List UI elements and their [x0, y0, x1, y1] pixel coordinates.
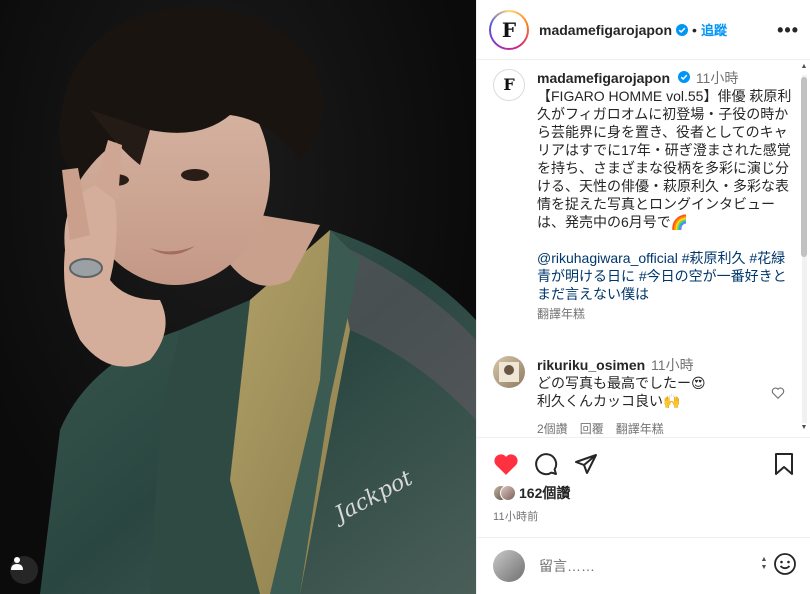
post-photo[interactable]: Jackpot [0, 0, 476, 594]
user-icon [11, 557, 23, 570]
likes-count[interactable]: 162個讚 [519, 483, 570, 503]
tagged-user-button[interactable] [10, 556, 38, 584]
comment-line-1: どの写真も最高でしたー😍 [537, 375, 706, 391]
follow-button[interactable]: 追蹤 [701, 20, 727, 39]
scroll-up-arrow-icon[interactable]: ▲ [800, 63, 808, 71]
post-detail-panel: F madamefigarojapon • 追蹤 ••• F madamefig… [476, 0, 810, 594]
verified-badge-icon [676, 23, 689, 36]
caption-translate-link[interactable]: 翻譯年糕 [537, 305, 793, 323]
comment-likes-count[interactable]: 2個讚 [537, 420, 568, 436]
author-avatar[interactable]: F [489, 9, 529, 50]
separator-dot: • [692, 21, 697, 38]
comment-item: rikuriku_osimen 11小時 どの写真も最高でしたー😍 利久くんカッ… [493, 356, 793, 436]
comment-line-2: 利久くんカッコ良い🙌 [537, 393, 681, 409]
current-user-avatar [493, 550, 525, 582]
figaro-logo: F [503, 75, 515, 94]
comment-like-heart-icon[interactable] [771, 386, 785, 405]
commenter-username[interactable]: rikuriku_osimen [537, 357, 645, 373]
author-username[interactable]: madamefigarojapon [539, 22, 672, 38]
comment-bubble-icon[interactable] [534, 452, 558, 481]
portrait-illustration: Jackpot [40, 7, 476, 594]
more-options-icon[interactable]: ••• [777, 21, 799, 39]
caption-username[interactable]: madamefigarojapon [537, 70, 670, 86]
share-send-icon[interactable] [574, 452, 598, 481]
scrollbar-thumb[interactable] [801, 77, 807, 257]
caption-author-avatar[interactable]: F [493, 69, 525, 101]
caption-text: 【FIGARO HOMME vol.55】俳優 萩原利久がフィガロオムに初登場・… [537, 88, 792, 230]
input-scroll-arrows[interactable]: ▲ ▼ [760, 556, 768, 580]
like-heart-icon[interactable] [493, 452, 519, 481]
caption-time[interactable]: 11小時 [696, 70, 739, 86]
comment-translate-link[interactable]: 翻譯年糕 [616, 420, 664, 436]
comments-scroll-area[interactable]: F madamefigarojapon 11小時 【FIGARO HOMME v… [477, 61, 810, 436]
likes-summary[interactable]: 162個讚 [493, 483, 570, 503]
figaro-logo: F [501, 17, 517, 42]
save-bookmark-icon[interactable] [773, 452, 795, 481]
vertical-scrollbar[interactable]: ▲ ▼ [800, 61, 808, 436]
caption-hashtags[interactable]: @rikuhagiwara_official #萩原利久 #花緑青が明ける日に … [537, 249, 793, 303]
comment-input[interactable] [539, 558, 739, 574]
post-actions [477, 437, 810, 487]
comment-time[interactable]: 11小時 [651, 357, 694, 373]
emoji-smile-icon[interactable] [773, 552, 797, 581]
post-timestamp[interactable]: 11小時前 [493, 508, 538, 524]
commenter-avatar[interactable] [493, 356, 525, 388]
post-header: F madamefigarojapon • 追蹤 ••• [477, 0, 810, 60]
post-caption: F madamefigarojapon 11小時 【FIGARO HOMME v… [493, 69, 793, 323]
comment-reply-button[interactable]: 回覆 [580, 420, 604, 436]
scroll-down-arrow-icon[interactable]: ▼ [800, 424, 808, 432]
verified-badge-icon [677, 71, 690, 83]
liker-avatars [493, 483, 516, 503]
